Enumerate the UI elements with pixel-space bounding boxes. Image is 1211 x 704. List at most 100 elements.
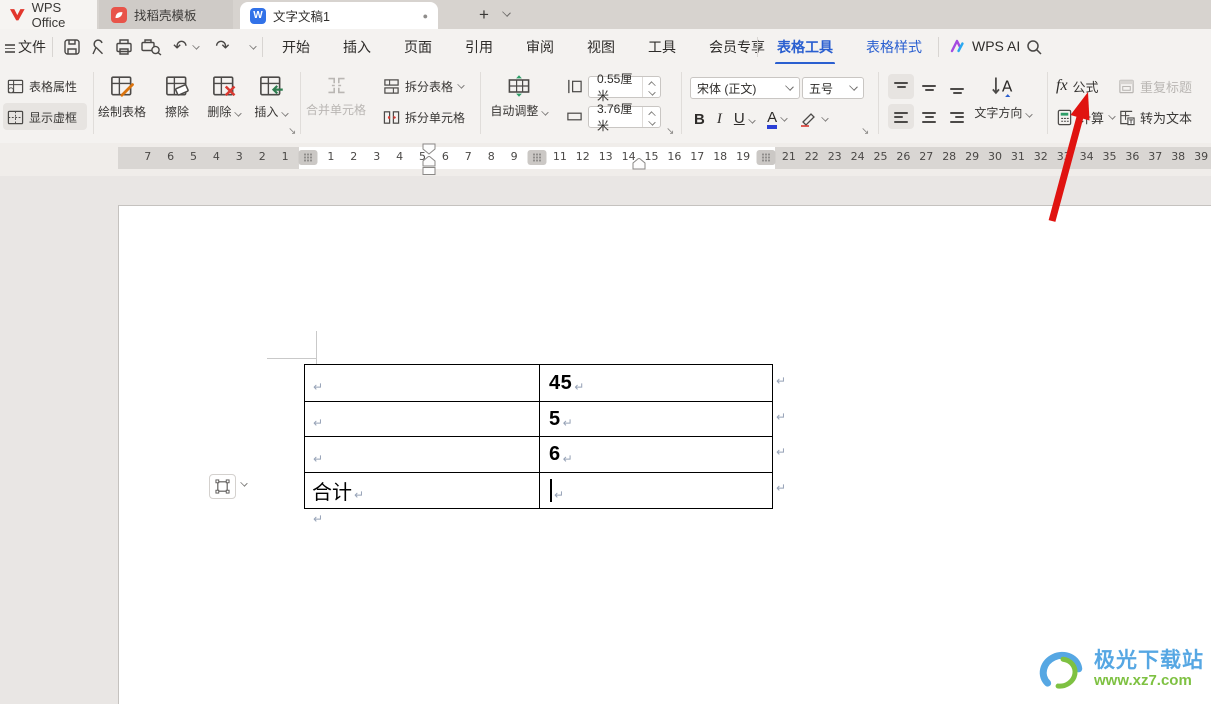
menu-tools[interactable]: 工具 — [648, 37, 676, 57]
ruler-number: 13 — [598, 150, 613, 163]
save-icon[interactable] — [60, 38, 86, 56]
tab-table-tools[interactable]: 表格工具 — [775, 37, 835, 65]
repeat-header-icon — [1119, 79, 1134, 93]
table-cell-label[interactable]: 合计 ↵ — [305, 472, 539, 508]
tab-document-active[interactable]: W 文字文稿1 ● — [240, 2, 438, 29]
menu-insert[interactable]: 插入 — [343, 37, 371, 57]
underline-button[interactable]: U — [734, 110, 756, 128]
undo-icon[interactable]: ↶ — [173, 37, 187, 57]
document-table[interactable]: ↵ 45 ↵ ↵ 5 ↵ ↵ 6 ↵ 合计 ↵ ↵ — [304, 364, 773, 509]
search-icon[interactable] — [1026, 39, 1043, 56]
table-cell-value[interactable]: ↵ — [539, 472, 772, 508]
row-height-input[interactable]: 0.55厘米 — [588, 72, 661, 103]
menu-home[interactable]: 开始 — [282, 37, 310, 57]
draw-table-button[interactable]: 绘制表格 — [93, 74, 151, 120]
font-size-select[interactable]: 五号 — [802, 77, 864, 99]
ruler-number: 1 — [327, 150, 335, 163]
align-left-icon — [893, 109, 909, 125]
table-cell-label[interactable]: ↵ — [305, 365, 539, 401]
horizontal-ruler[interactable]: 7 6 5 4 3 2 1 1 2 3 4 5 6 7 8 9 11 12 13 14 15 16 17 18 19 21 22 23… — [118, 147, 1211, 169]
document-page[interactable]: ↵ 45 ↵ ↵ 5 ↵ ↵ 6 ↵ 合计 ↵ ↵ ↵ ↵ ↵ ↵ ↵ — [118, 205, 1211, 704]
table-cell-label[interactable]: ↵ — [305, 401, 539, 436]
main-menu-icon[interactable] — [5, 42, 15, 55]
delete-button[interactable]: 删除 — [200, 74, 248, 120]
highlight-caret-icon — [821, 114, 829, 122]
print-icon[interactable] — [112, 38, 138, 56]
eraser-button[interactable]: 擦除 — [153, 74, 201, 120]
print-preview-icon[interactable] — [138, 38, 165, 56]
show-gridlines-row[interactable]: 显示虚框 — [7, 106, 77, 128]
merge-cells-icon — [327, 77, 345, 94]
divider — [262, 37, 263, 57]
first-line-indent-marker[interactable] — [421, 143, 437, 155]
insert-button[interactable]: 插入 — [247, 74, 295, 120]
menu-file-label: 文件 — [18, 38, 46, 55]
divider — [681, 72, 682, 134]
font-name-select[interactable]: 宋体 (正文) — [690, 77, 800, 99]
ruler-column-handle[interactable] — [756, 150, 776, 165]
group-launcher-icon[interactable]: ↘ — [666, 126, 674, 137]
group-launcher-icon[interactable]: ↘ — [288, 126, 296, 137]
table-cell-value[interactable]: 5 ↵ — [539, 401, 772, 436]
ruler-number: 2 — [258, 150, 266, 163]
autofit-button[interactable]: 自动调整 — [487, 74, 551, 119]
split-table-icon — [384, 78, 399, 94]
row-height-stepper[interactable] — [642, 77, 660, 97]
table-properties-button[interactable]: 表格属性 — [7, 75, 77, 97]
text-cursor — [550, 479, 552, 502]
tab-template-store[interactable]: 找稻壳模板 — [99, 0, 233, 29]
menu-review[interactable]: 审阅 — [526, 37, 554, 57]
valign-center-button[interactable] — [916, 74, 942, 99]
document-area[interactable]: ↵ 45 ↵ ↵ 5 ↵ ↵ 6 ↵ 合计 ↵ ↵ ↵ ↵ ↵ ↵ ↵ — [0, 176, 1211, 704]
ruler-number: 22 — [804, 150, 819, 163]
calculate-button[interactable]: 计算 — [1056, 106, 1116, 128]
hanging-indent-marker[interactable] — [421, 156, 437, 176]
ruler-number: 36 — [1125, 150, 1140, 163]
col-width-stepper[interactable] — [642, 107, 660, 127]
valign-top-button[interactable] — [888, 74, 914, 99]
col-width-input[interactable]: 3.76厘米 — [588, 102, 661, 133]
table-cell-label[interactable]: ↵ — [305, 436, 539, 472]
tab-list-caret-icon[interactable] — [502, 8, 511, 17]
text-direction-button[interactable]: A 文字方向 — [965, 74, 1041, 121]
ruler-number: 26 — [896, 150, 911, 163]
table-cell-value[interactable]: 6 ↵ — [539, 436, 772, 472]
split-cells-button[interactable]: 拆分单元格 — [383, 106, 465, 128]
highlight-button[interactable] — [799, 111, 829, 128]
table-guide-line — [316, 331, 317, 364]
menu-page[interactable]: 页面 — [404, 37, 432, 57]
split-cells-label: 拆分单元格 — [405, 110, 466, 125]
right-indent-marker[interactable] — [631, 158, 647, 170]
align-left-button[interactable] — [888, 104, 914, 129]
split-table-label: 拆分表格 — [405, 79, 454, 94]
wps-home-button[interactable]: WPS Office — [0, 0, 97, 30]
align-center-icon — [921, 109, 937, 125]
font-color-button[interactable]: A — [767, 109, 788, 129]
tab-table-style[interactable]: 表格样式 — [866, 37, 922, 57]
eraser-icon — [165, 76, 189, 96]
quick-access-more-caret-icon[interactable] — [248, 41, 257, 50]
undo-caret-icon[interactable] — [192, 41, 200, 50]
bold-button[interactable]: B — [694, 111, 705, 128]
redo-icon[interactable]: ↷ — [215, 37, 229, 57]
menu-view[interactable]: 视图 — [587, 37, 615, 57]
formula-button[interactable]: fx 公式 — [1056, 75, 1099, 97]
export-pdf-icon[interactable] — [86, 38, 112, 56]
new-tab-button[interactable]: + — [473, 4, 495, 26]
split-table-button[interactable]: 拆分表格 — [383, 75, 465, 97]
menu-reference[interactable]: 引用 — [465, 37, 493, 57]
align-center-button[interactable] — [916, 104, 942, 129]
to-text-button[interactable]: 转为文本 — [1118, 106, 1192, 128]
table-quick-select-button[interactable] — [209, 474, 236, 499]
group-launcher-icon[interactable]: ↘ — [861, 126, 869, 137]
menu-file[interactable]: 文件 — [18, 29, 46, 64]
table-quick-select-caret-icon[interactable] — [240, 479, 248, 487]
ruler-column-handle[interactable] — [298, 150, 318, 165]
end-of-row-mark: ↵ — [776, 410, 787, 424]
ruler-column-handle[interactable] — [527, 150, 547, 165]
italic-button[interactable]: I — [717, 111, 722, 128]
ruler-number: 6 — [441, 150, 449, 163]
ruler: 7 6 5 4 3 2 1 1 2 3 4 5 6 7 8 9 11 12 13 14 15 16 17 18 19 21 22 23… — [0, 143, 1211, 176]
wps-ai-button[interactable]: WPS AI — [950, 38, 1020, 54]
table-cell-value[interactable]: 45 ↵ — [539, 365, 772, 401]
